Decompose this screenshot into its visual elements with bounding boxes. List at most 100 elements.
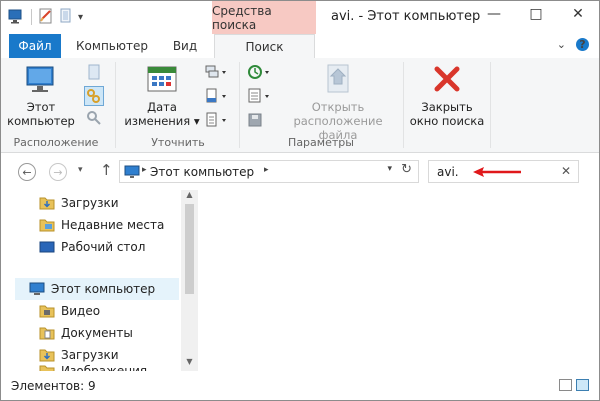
tab-search[interactable]: Поиск [214,34,315,59]
search-again-icon[interactable] [86,110,102,126]
close-search-label-1: Закрыть [421,100,473,114]
this-pc-small-icon [29,282,45,295]
close-search-label-2: окно поиска [409,114,485,128]
results-pane[interactable] [198,190,599,371]
tab-computer[interactable]: Компьютер [71,34,153,58]
this-pc-small-icon [124,165,140,178]
recent-locations-chevron-icon[interactable]: ▾ [78,165,83,175]
ribbon: Этот компьютер Расположение Дата изменен… [1,58,599,153]
size-icon[interactable] [205,88,229,104]
view-switcher [559,379,589,391]
date-modified-button[interactable]: Дата изменения ▾ [123,62,201,128]
title-bar: ▾ Средства поиска avi. - Этот компьютер … [1,1,599,34]
group-options-label: Параметры [288,136,354,149]
close-search-button[interactable]: Закрыть окно поиска [409,62,485,128]
save-search-icon[interactable] [247,112,263,128]
this-pc-button[interactable]: Этот компьютер [7,62,75,128]
nav-item-label: Загрузки [61,348,119,362]
window-controls: — □ ✕ [473,1,599,27]
all-subfolders-icon[interactable] [84,86,104,106]
other-properties-icon[interactable] [205,112,229,128]
breadcrumb[interactable]: Этот компьютер [150,165,254,179]
this-pc-icon [26,66,54,92]
divider [31,9,32,25]
scroll-up-icon[interactable]: ▲ [181,190,198,204]
group-location: Этот компьютер Расположение [1,58,111,152]
recent-places-icon [39,219,55,232]
scroll-thumb[interactable] [185,204,194,294]
group-refine-label: Уточнить [151,136,205,149]
scroll-down-icon[interactable]: ▼ [181,357,198,371]
open-location-icon [327,64,349,93]
advanced-options-icon[interactable] [247,88,273,104]
documents-folder-icon [39,327,55,340]
navigation-pane: Загрузки Недавние места Рабочий стол Это… [1,190,197,372]
status-bar: Элементов: 9 [1,371,599,400]
details-view-icon[interactable] [559,379,572,391]
close-search-icon [434,66,460,92]
minimize-button[interactable]: — [473,1,515,27]
open-location-label-1: Открыть [311,100,365,114]
nav-item-desktop[interactable]: Рабочий стол [39,236,145,258]
videos-folder-icon [39,305,55,318]
nav-item-this-pc[interactable]: Этот компьютер [15,278,179,300]
kind-icon[interactable] [205,64,229,80]
nav-item-downloads[interactable]: Загрузки [39,192,119,214]
clear-search-icon[interactable]: ✕ [561,164,571,178]
chevron-down-icon[interactable]: ⌄ [557,38,566,51]
system-menu-icon[interactable] [7,8,25,27]
tab-file[interactable]: Файл [9,34,61,58]
tab-view[interactable]: Вид [167,34,203,58]
back-button[interactable]: ← [18,163,36,181]
divider [490,62,491,148]
forward-button[interactable]: → [49,163,67,181]
this-pc-label-1: Этот [26,100,56,114]
nav-item-recent-places[interactable]: Недавние места [39,214,164,236]
nav-item-videos[interactable]: Видео [39,300,100,322]
red-arrow-annotation-icon [473,167,521,177]
large-icons-view-icon[interactable] [576,379,589,391]
nav-item-label: Загрузки [61,196,119,210]
close-button[interactable]: ✕ [557,1,599,27]
group-options: Открыть расположение файла Параметры [241,58,401,152]
new-folder-icon[interactable] [58,8,74,27]
window-title: avi. - Этот компьютер [331,9,481,24]
group-close: Закрыть окно поиска [405,58,489,152]
refresh-icon[interactable]: ↻ [401,162,412,177]
address-bar[interactable]: ▸ Этот компьютер ▸ ▾ ↻ [119,160,419,183]
current-folder-icon[interactable] [86,64,102,80]
divider [239,62,240,148]
nav-item-label: Недавние места [61,218,165,232]
downloads-folder-icon [39,197,55,210]
nav-item-label: Этот компьютер [51,282,156,296]
downloads-folder-icon [39,349,55,362]
help-icon[interactable]: ? [576,38,589,51]
explorer-window: ▾ Средства поиска avi. - Этот компьютер … [0,0,600,401]
this-pc-label-2: компьютер [7,114,75,128]
search-box: ✕ [428,160,579,183]
breadcrumb-separator-icon[interactable]: ▸ [142,165,147,175]
address-dropdown-icon[interactable]: ▾ [387,164,392,174]
date-modified-label-1: Дата [147,100,177,114]
up-arrow-icon[interactable]: ↑ [100,161,113,179]
nav-item-downloads-2[interactable]: Загрузки [39,344,119,366]
calendar-icon [147,66,177,92]
open-file-location-button[interactable]: Открыть расположение файла [279,62,397,142]
date-modified-label-2: изменения ▾ [124,114,200,128]
group-refine: Дата изменения ▾ Уточнить [117,58,239,152]
breadcrumb-chevron-icon[interactable]: ▸ [264,165,269,175]
divider [403,62,404,148]
nav-item-label: Документы [61,326,133,340]
nav-item-documents[interactable]: Документы [39,322,133,344]
nav-scrollbar[interactable]: ▲ ▼ [181,190,198,371]
address-row: ← → ▾ ↑ ▸ Этот компьютер ▸ ▾ ↻ ✕ [1,154,599,190]
properties-icon[interactable] [38,8,54,27]
item-count: Элементов: 9 [11,378,96,393]
maximize-button[interactable]: □ [515,1,557,27]
context-tab-header: Средства поиска [212,1,316,34]
group-location-label: Расположение [13,136,99,149]
recent-searches-icon[interactable] [247,64,273,80]
nav-item-label: Видео [61,304,101,318]
divider [115,62,116,148]
customize-qat-icon[interactable]: ▾ [78,12,83,23]
